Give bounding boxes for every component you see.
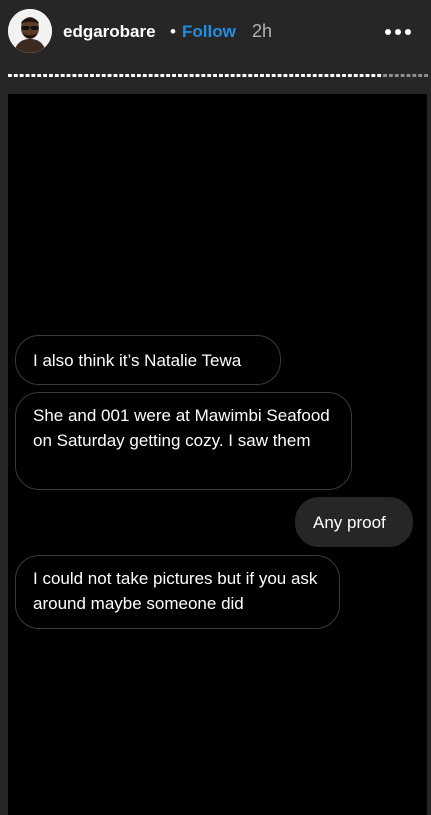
progress-segment [406,74,411,77]
progress-segment [66,74,71,77]
more-dot [385,29,391,35]
progress-segment [301,74,305,77]
progress-segment [318,74,323,77]
progress-segment [183,74,188,77]
progress-segment [336,74,341,77]
progress-segment [400,74,405,77]
progress-segment [230,74,235,77]
progress-segment [213,74,217,77]
separator-dot: • [170,22,176,41]
progress-segment [25,74,30,77]
progress-segment [347,74,352,77]
progress-segments [8,74,428,77]
story-viewer: edgarobare • Follow 2h I also think it’s… [0,0,431,815]
progress-segment [84,74,89,77]
progress-segment [72,74,77,77]
progress-segment [90,74,94,77]
progress-segment [13,74,18,77]
progress-segment [371,74,376,77]
progress-segment [260,74,264,77]
progress-segment [113,74,118,77]
progress-segment [195,74,200,77]
progress-segment [19,74,24,77]
progress-segment [289,74,294,77]
progress-segment [136,74,141,77]
progress-segment [383,74,387,77]
post-time: 2h [252,21,273,41]
progress-segment [160,74,165,77]
progress-segment [283,74,288,77]
progress-segment [95,74,100,77]
message-bubble-sent: Any proof [295,497,413,547]
progress-segment [236,74,241,77]
progress-segment [177,74,182,77]
progress-segment [342,74,346,77]
progress-segment [54,74,59,77]
more-dot [395,29,401,35]
progress-segment [312,74,317,77]
progress-segment [248,74,253,77]
progress-segment [201,74,206,77]
progress-segment [365,74,370,77]
profile-avatar-icon [8,9,52,53]
progress-segment [324,74,329,77]
message-bubble-received: I also think it’s Natalie Tewa [15,335,281,385]
more-dot [405,29,411,35]
progress-segment [43,74,48,77]
progress-segment [119,74,124,77]
progress-segment [277,74,282,77]
follow-button[interactable]: Follow [182,21,236,43]
progress-segment [131,74,135,77]
progress-segment [330,74,335,77]
progress-segment [424,74,428,77]
progress-segment [224,74,229,77]
progress-segment [49,74,53,77]
story-header: edgarobare • Follow 2h [0,0,431,66]
progress-segment [207,74,212,77]
progress-segment [125,74,130,77]
progress-segment [8,74,12,77]
message-bubble-received: I could not take pictures but if you ask… [15,555,340,629]
progress-segment [148,74,153,77]
progress-segment [394,74,399,77]
story-content[interactable]: I also think it’s Natalie Tewa She and 0… [8,94,427,815]
progress-segment [107,74,112,77]
progress-segment [265,74,270,77]
username[interactable]: edgarobare [63,21,156,43]
progress-segment [78,74,83,77]
progress-segment [154,74,159,77]
progress-segment [189,74,194,77]
progress-segment [412,74,417,77]
progress-segment [242,74,247,77]
progress-segment [418,74,423,77]
progress-segment [388,74,393,77]
story-progress-bar [8,74,428,77]
progress-segment [142,74,147,77]
progress-segment [306,74,311,77]
progress-segment [359,74,364,77]
progress-segment [60,74,65,77]
progress-segment [295,74,300,77]
progress-segment [37,74,42,77]
more-options-button[interactable] [381,22,415,42]
progress-segment [31,74,36,77]
progress-segment [353,74,358,77]
progress-segment [172,74,176,77]
message-bubble-received: She and 001 were at Mawimbi Seafood on S… [15,392,352,490]
progress-segment [219,74,223,77]
progress-segment [101,74,106,77]
progress-segment [271,74,276,77]
progress-segment [377,74,382,77]
avatar[interactable] [8,9,52,53]
progress-segment [166,74,171,77]
progress-segment [254,74,259,77]
